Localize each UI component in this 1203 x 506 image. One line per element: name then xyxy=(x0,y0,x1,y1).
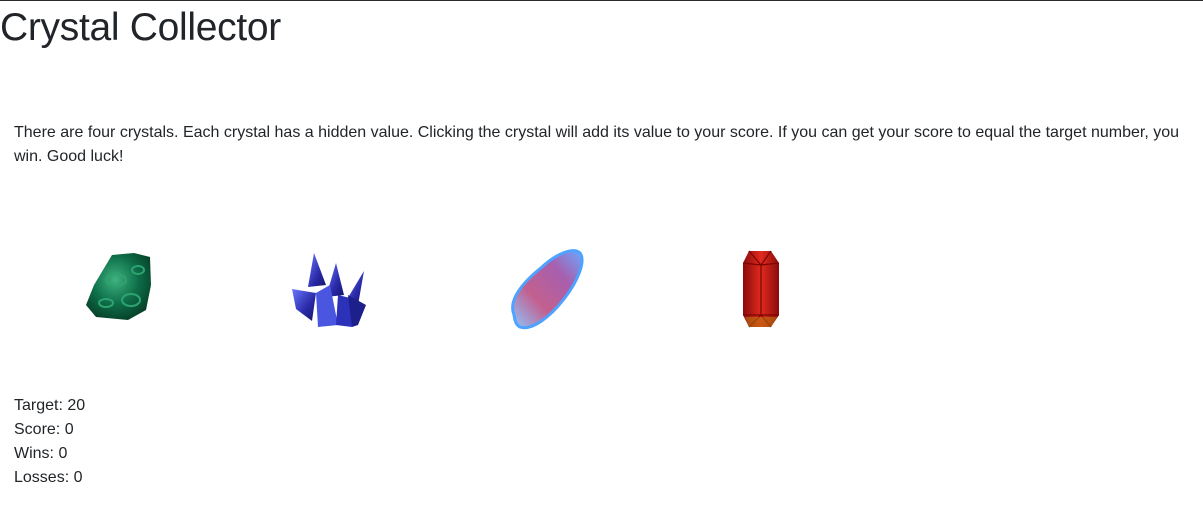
losses-label: Losses: xyxy=(14,469,74,486)
score-line: Score: 0 xyxy=(14,418,85,442)
wins-value: 0 xyxy=(58,445,68,462)
stats-panel: Target: 20 Score: 0 Wins: 0 Losses: 0 xyxy=(14,394,85,490)
score-value: 0 xyxy=(64,421,74,438)
page-title: Crystal Collector xyxy=(0,6,281,49)
losses-value: 0 xyxy=(73,469,83,486)
top-border xyxy=(0,0,1203,1)
score-label: Score: xyxy=(14,421,65,438)
target-value: 20 xyxy=(67,397,86,414)
red-crystal-image[interactable] xyxy=(717,245,807,335)
instructions-text: There are four crystals. Each crystal ha… xyxy=(14,124,1180,165)
green-crystal-image[interactable] xyxy=(76,245,166,335)
target-line: Target: 20 xyxy=(14,394,85,418)
losses-line: Losses: 0 xyxy=(14,466,85,490)
pink-crystal-icon xyxy=(511,249,584,330)
blue-crystal-icon xyxy=(292,253,366,327)
red-crystal-icon xyxy=(742,250,780,328)
wins-line: Wins: 0 xyxy=(14,442,85,466)
green-crystal-icon xyxy=(86,253,151,320)
wins-label: Wins: xyxy=(14,445,59,462)
target-label: Target: xyxy=(14,397,68,414)
blue-crystal-image[interactable] xyxy=(286,245,376,335)
pink-crystal-image[interactable] xyxy=(502,245,592,335)
